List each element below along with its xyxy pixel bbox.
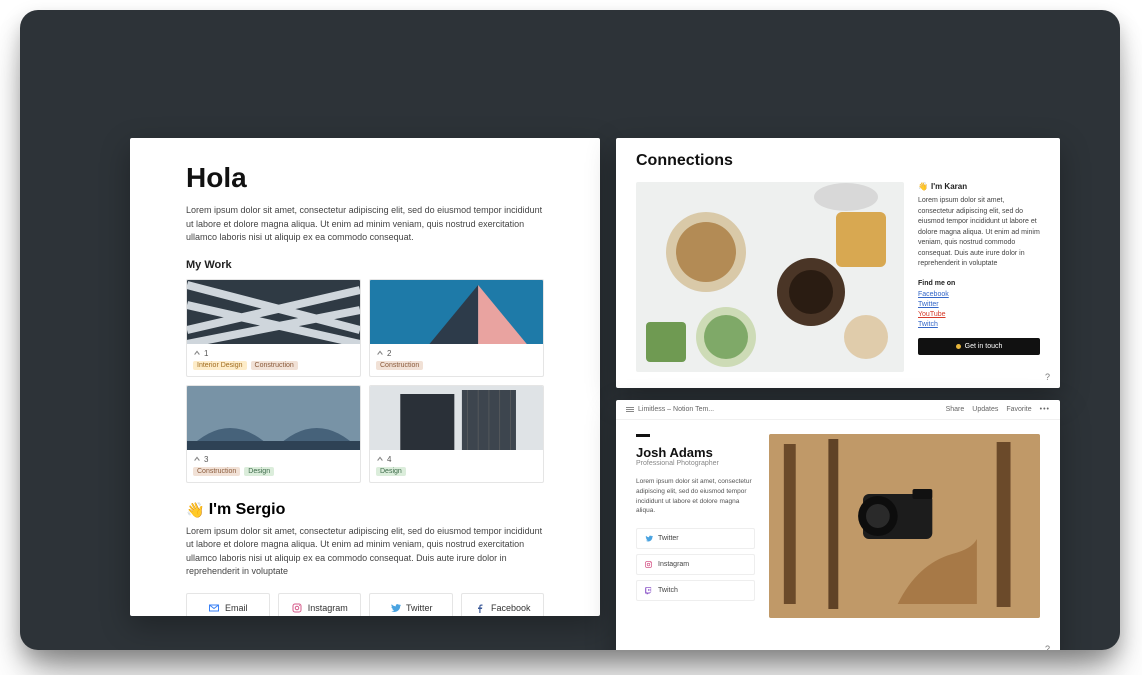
expand-icon bbox=[193, 349, 201, 357]
twitter-button[interactable]: Twitter bbox=[636, 528, 755, 549]
tag: Construction bbox=[376, 361, 423, 370]
twitter-button[interactable]: Twitter bbox=[369, 593, 453, 617]
youtube-link[interactable]: YouTube bbox=[918, 311, 946, 318]
expand-icon bbox=[376, 455, 384, 463]
social-label: Twitter bbox=[658, 535, 679, 542]
profile-heading: 👋 I'm Karan bbox=[918, 182, 1040, 191]
work-grid: 1 Interior Design Construction bbox=[186, 279, 544, 483]
expand-icon bbox=[193, 455, 201, 463]
instagram-button[interactable]: Instagram bbox=[636, 554, 755, 575]
facebook-icon bbox=[474, 602, 486, 614]
expand-icon bbox=[376, 349, 384, 357]
connections-title: Connections bbox=[636, 152, 1040, 170]
connections-card: Connections 👋 I'm Karan Lore bbox=[616, 138, 1060, 388]
work-item[interactable]: 2 Construction bbox=[369, 279, 544, 377]
wave-icon: 👋 bbox=[186, 501, 205, 519]
facebook-link[interactable]: Facebook bbox=[918, 291, 949, 298]
social-label: Twitch bbox=[658, 587, 678, 594]
wave-icon: 👋 bbox=[918, 182, 928, 191]
instagram-button[interactable]: Instagram bbox=[278, 593, 362, 617]
work-thumbnail bbox=[187, 280, 360, 344]
profile-heading-text: I'm Sergio bbox=[209, 501, 286, 519]
notion-card-josh: Limitless – Notion Tem... Share Updates … bbox=[616, 400, 1060, 650]
more-icon[interactable]: ••• bbox=[1040, 406, 1050, 413]
hero-image-camera bbox=[769, 434, 1040, 618]
work-thumbnail bbox=[370, 280, 543, 344]
email-icon bbox=[208, 602, 220, 614]
profile-role: Professional Photographer bbox=[636, 460, 755, 467]
help-button[interactable]: ? bbox=[1045, 372, 1050, 382]
work-number: 3 bbox=[204, 455, 208, 464]
social-list: Facebook Twitter YouTube Twitch bbox=[918, 291, 1040, 328]
updates-button[interactable]: Updates bbox=[972, 406, 998, 413]
profile-heading: 👋 I'm Sergio bbox=[186, 501, 544, 519]
accent-bar bbox=[636, 434, 650, 437]
contact-label: Facebook bbox=[491, 603, 531, 613]
profile-text: Lorem ipsum dolor sit amet, consectetur … bbox=[918, 196, 1040, 270]
work-thumbnail bbox=[187, 386, 360, 450]
contact-label: Twitter bbox=[406, 603, 433, 613]
favorite-button[interactable]: Favorite bbox=[1006, 406, 1031, 413]
work-number: 2 bbox=[387, 349, 391, 358]
dot-icon bbox=[956, 344, 961, 349]
tag: Construction bbox=[251, 361, 298, 370]
contact-row: Email Instagram Twitter Facebook bbox=[186, 593, 544, 617]
showcase-frame: Hola Lorem ipsum dolor sit amet, consect… bbox=[20, 10, 1120, 650]
instagram-icon bbox=[291, 602, 303, 614]
profile-heading-text: I'm Karan bbox=[931, 182, 967, 191]
work-thumbnail bbox=[370, 386, 543, 450]
menu-icon[interactable] bbox=[626, 407, 634, 412]
portfolio-card-sergio: Hola Lorem ipsum dolor sit amet, consect… bbox=[130, 138, 600, 616]
facebook-button[interactable]: Facebook bbox=[461, 593, 545, 617]
work-number: 4 bbox=[387, 455, 391, 464]
intro-text: Lorem ipsum dolor sit amet, consectetur … bbox=[186, 204, 544, 245]
tag: Interior Design bbox=[193, 361, 247, 370]
breadcrumb[interactable]: Limitless – Notion Tem... bbox=[638, 406, 714, 413]
twitch-link[interactable]: Twitch bbox=[918, 321, 938, 328]
profile-name: Josh Adams bbox=[636, 445, 755, 460]
contact-label: Instagram bbox=[308, 603, 348, 613]
work-item[interactable]: 4 Design bbox=[369, 385, 544, 483]
contact-label: Email bbox=[225, 603, 248, 613]
work-item[interactable]: 3 Construction Design bbox=[186, 385, 361, 483]
page-title: Hola bbox=[186, 162, 544, 194]
tag: Construction bbox=[193, 467, 240, 476]
find-me-heading: Find me on bbox=[918, 280, 1040, 287]
profile-text: Lorem ipsum dolor sit amet, consectetur … bbox=[186, 525, 544, 579]
hero-image-food bbox=[636, 182, 904, 372]
tag: Design bbox=[376, 467, 406, 476]
twitter-icon bbox=[389, 602, 401, 614]
work-item[interactable]: 1 Interior Design Construction bbox=[186, 279, 361, 377]
profile-text: Lorem ipsum dolor sit amet, consectetur … bbox=[636, 477, 755, 516]
help-button[interactable]: ? bbox=[1045, 644, 1050, 650]
tag: Design bbox=[244, 467, 274, 476]
my-work-heading: My Work bbox=[186, 259, 544, 271]
cta-label: Get in touch bbox=[965, 343, 1003, 350]
share-button[interactable]: Share bbox=[946, 406, 965, 413]
email-button[interactable]: Email bbox=[186, 593, 270, 617]
twitter-icon bbox=[644, 534, 653, 543]
instagram-icon bbox=[644, 560, 653, 569]
twitter-link[interactable]: Twitter bbox=[918, 301, 939, 308]
twitch-icon bbox=[644, 586, 653, 595]
twitch-button[interactable]: Twitch bbox=[636, 580, 755, 601]
get-in-touch-button[interactable]: Get in touch bbox=[918, 338, 1040, 355]
work-number: 1 bbox=[204, 349, 208, 358]
notion-topbar: Limitless – Notion Tem... Share Updates … bbox=[616, 400, 1060, 420]
social-label: Instagram bbox=[658, 561, 689, 568]
